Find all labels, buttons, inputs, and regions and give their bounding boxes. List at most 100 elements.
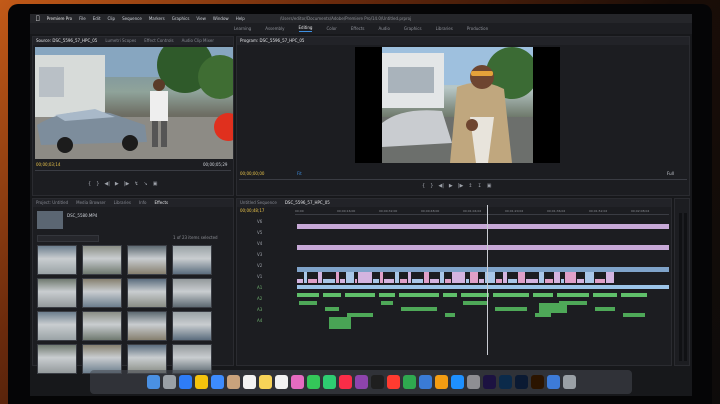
source-scrub-bar[interactable] — [35, 170, 231, 171]
video-clip[interactable] — [412, 279, 423, 283]
playhead[interactable] — [487, 205, 488, 355]
dock-icon-contacts[interactable] — [226, 375, 240, 389]
program-quality-select[interactable]: Full — [667, 171, 674, 177]
dock-icon-chrome[interactable] — [194, 375, 208, 389]
video-clip[interactable] — [479, 279, 484, 283]
tab-lumetri-scopes[interactable]: Lumetri Scopes — [105, 38, 136, 44]
video-clip[interactable] — [577, 279, 584, 283]
project-thumbnail[interactable]: DSC_5587 — [172, 278, 212, 308]
play-icon[interactable]: ▶ — [115, 181, 119, 187]
tab-effect-controls[interactable]: Effect Controls — [144, 38, 173, 44]
video-clip[interactable] — [424, 272, 429, 283]
audio-clip[interactable] — [297, 293, 319, 297]
lift-icon[interactable]: ↥ — [468, 183, 472, 189]
dock-icon-keynote[interactable] — [418, 375, 432, 389]
video-clip[interactable] — [430, 279, 439, 283]
audio-clip[interactable] — [299, 301, 317, 305]
dock-icon-app-store[interactable] — [450, 375, 464, 389]
mark-in-icon[interactable]: { — [88, 181, 91, 187]
video-clip[interactable] — [336, 272, 339, 283]
video-clip-title[interactable] — [297, 224, 669, 229]
apple-icon[interactable]:  — [36, 15, 40, 22]
audio-clip[interactable] — [345, 293, 375, 297]
dock-icon-news[interactable] — [386, 375, 400, 389]
program-scrub-bar[interactable] — [239, 179, 687, 180]
export-frame-icon[interactable]: ▣ — [153, 181, 158, 187]
audio-clip[interactable] — [621, 293, 647, 297]
project-thumbnail[interactable]: DSC_5585 — [82, 278, 122, 308]
video-clip[interactable] — [561, 279, 564, 283]
export-frame-icon[interactable]: ▣ — [487, 183, 492, 189]
tab-source[interactable]: Source: DSC_5596_57_HPC_05 — [36, 38, 97, 44]
menu-markers[interactable]: Markers — [149, 16, 165, 22]
video-clip[interactable] — [355, 279, 357, 283]
workspace-audio[interactable]: Audio — [379, 26, 390, 32]
workspace-production[interactable]: Production — [467, 26, 488, 32]
dock-icon-mail[interactable] — [210, 375, 224, 389]
dock-icon-facetime[interactable] — [322, 375, 336, 389]
workspace-assembly[interactable]: Assembly — [265, 26, 284, 32]
audio-clip[interactable] — [463, 301, 487, 305]
video-clip[interactable] — [545, 279, 553, 283]
project-thumbnail[interactable]: DSC_5582 — [127, 245, 167, 275]
workspace-learning[interactable]: Learning — [234, 26, 251, 32]
dock-icon-music[interactable] — [338, 375, 352, 389]
mark-out-icon[interactable]: } — [96, 181, 99, 187]
dock-icon-photoshop[interactable] — [514, 375, 528, 389]
workspace-editing[interactable]: Editing — [298, 25, 313, 32]
audio-clip[interactable] — [495, 307, 527, 311]
video-clip[interactable] — [304, 272, 307, 283]
mark-in-icon[interactable]: { — [422, 183, 425, 189]
play-icon[interactable]: ▶ — [449, 183, 453, 189]
project-thumbnail[interactable]: DSC_5592 — [37, 344, 77, 374]
video-clip[interactable] — [346, 272, 354, 283]
mark-out-icon[interactable]: } — [430, 183, 433, 189]
source-video-frame[interactable] — [35, 47, 233, 159]
tab-program[interactable]: Program: DSC_5596_57_HPC_05 — [240, 38, 304, 44]
video-clip[interactable] — [585, 272, 594, 283]
menu-graphics[interactable]: Graphics — [172, 16, 190, 22]
dock-icon-downloads[interactable] — [546, 375, 560, 389]
dock-icon-calendar[interactable] — [242, 375, 256, 389]
video-clip[interactable] — [470, 272, 478, 283]
video-clip[interactable] — [452, 272, 465, 283]
video-clip[interactable] — [503, 272, 507, 283]
workspace-graphics[interactable]: Graphics — [404, 26, 422, 32]
menu-view[interactable]: View — [196, 16, 206, 22]
project-thumbnail[interactable]: DSC_5583 — [172, 245, 212, 275]
video-clip[interactable] — [395, 272, 399, 283]
program-video-frame[interactable] — [382, 47, 533, 163]
tab-media-browser[interactable]: Media Browser — [76, 200, 106, 206]
video-clip[interactable] — [400, 279, 407, 283]
extract-icon[interactable]: ↧ — [478, 183, 482, 189]
video-clip[interactable] — [340, 279, 345, 283]
video-clip[interactable] — [297, 279, 303, 283]
tab-libraries[interactable]: Libraries — [114, 200, 131, 206]
program-fit-select[interactable]: Fit — [297, 171, 302, 177]
video-clip[interactable] — [554, 272, 560, 283]
workspace-effects[interactable]: Effects — [351, 26, 365, 32]
menu-app[interactable]: Premiere Pro — [47, 16, 72, 22]
menu-clip[interactable]: Clip — [108, 16, 116, 22]
step-forward-icon[interactable]: |▶ — [124, 181, 130, 187]
dock-icon-numbers[interactable] — [402, 375, 416, 389]
step-back-icon[interactable]: ◀| — [438, 183, 444, 189]
dock-icon-photos[interactable] — [290, 375, 304, 389]
menu-window[interactable]: Window — [213, 16, 229, 22]
video-clip-overlay[interactable] — [297, 245, 669, 250]
project-thumbnail[interactable]: DSC_5588 — [37, 311, 77, 341]
project-thumbnail[interactable]: DSC_5591 — [172, 311, 212, 341]
video-clip[interactable] — [466, 279, 469, 283]
dock-icon-messages[interactable] — [306, 375, 320, 389]
audio-clip[interactable] — [443, 293, 457, 297]
video-clip[interactable] — [595, 279, 605, 283]
project-thumbnail[interactable]: DSC_5590 — [127, 311, 167, 341]
dock-icon-premiere-pro[interactable] — [482, 375, 496, 389]
dock-icon-launchpad[interactable] — [162, 375, 176, 389]
project-thumbnail[interactable]: DSC_5581 — [82, 245, 122, 275]
dock-icon-notes[interactable] — [258, 375, 272, 389]
video-clip[interactable] — [445, 279, 451, 283]
project-search-input[interactable] — [37, 235, 99, 242]
audio-clip[interactable] — [593, 293, 617, 297]
menu-file[interactable]: File — [79, 16, 86, 22]
